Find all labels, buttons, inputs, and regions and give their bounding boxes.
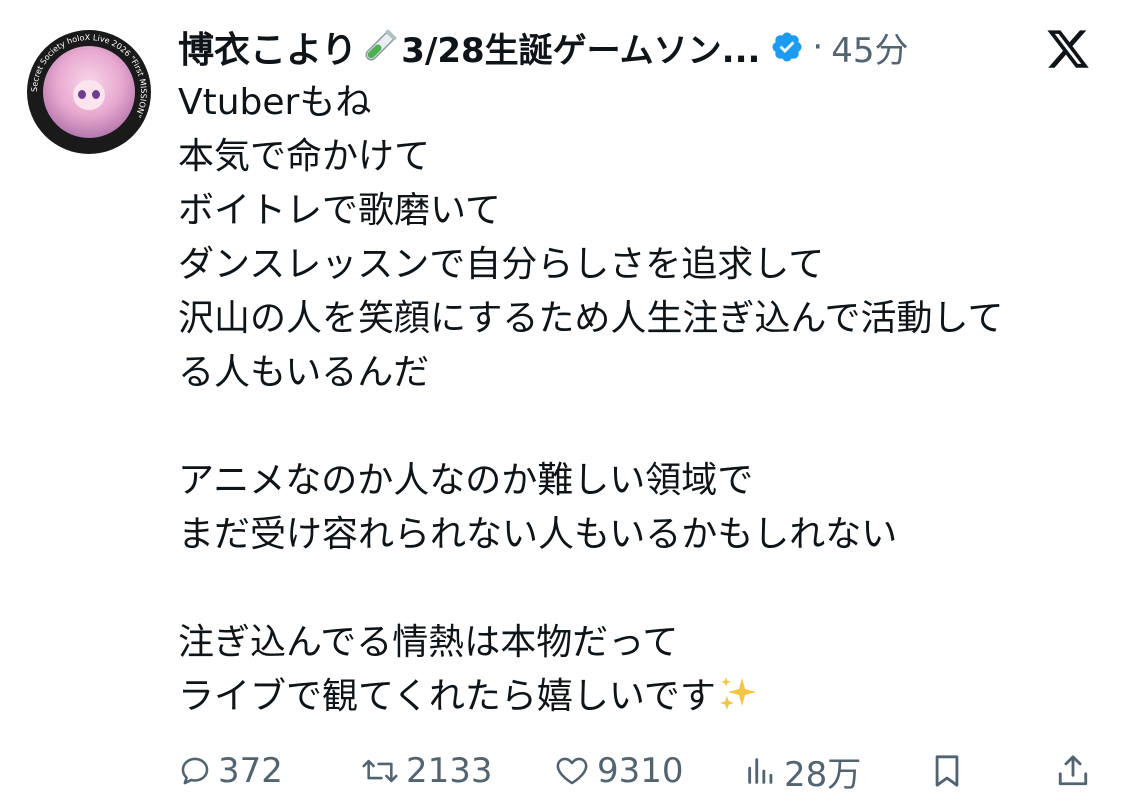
test-tube-icon (365, 29, 397, 61)
share-button[interactable] (1056, 748, 1090, 794)
x-logo-icon (1047, 30, 1089, 68)
post-header: 博衣こより 3/28生誕ゲームソン... · 45分 (178, 22, 908, 72)
sparkles-icon (719, 677, 756, 710)
avatar-face (73, 80, 105, 110)
post-line: る人もいるんだ (178, 352, 430, 393)
analytics-icon (748, 758, 773, 784)
post-line-last: ライブで観てくれたら嬉しいです (178, 670, 1098, 724)
reply-icon (181, 757, 209, 785)
post-line: 本気で命かけて (178, 136, 431, 177)
verified-badge-icon (772, 32, 802, 62)
avatar[interactable]: Secret Society holoX Live 2026 "First MI… (27, 30, 151, 154)
post-line: 沢山の人を笑顔にするため人生注ぎ込んで活動して (178, 298, 1004, 339)
reply-button[interactable]: 372 (178, 748, 283, 794)
bookmark-button[interactable] (930, 748, 964, 794)
display-name-suffix[interactable]: 3/28生誕ゲームソン... (401, 23, 760, 72)
post-line-last-text: ライブで観てくれたら嬉しいです (178, 676, 716, 717)
post-line: アニメなのか人なのか難しい領域で (178, 460, 754, 501)
avatar-eye-right (92, 90, 100, 99)
repost-count: 2133 (406, 751, 493, 791)
views-count: 28万 (784, 754, 862, 795)
repost-icon (362, 759, 398, 783)
post-line: まだ受け容れられない人もいるかもしれない (178, 514, 898, 555)
timestamp-separator: · (812, 27, 824, 67)
display-name[interactable]: 博衣こより (178, 21, 357, 73)
post-text: Vtuberもね 本気で命かけて ボイトレで歌磨いて ダンスレッスンで自分らしさ… (178, 76, 1098, 724)
repost-button[interactable]: 2133 (360, 748, 493, 794)
share-icon (1058, 755, 1088, 786)
like-count: 9310 (597, 751, 684, 791)
post-line: 注ぎ込んでる情熱は本物だって (178, 622, 679, 663)
reply-count: 372 (218, 751, 283, 791)
like-button[interactable]: 9310 (553, 748, 684, 794)
timestamp[interactable]: 45分 (831, 23, 908, 72)
avatar-image (43, 46, 135, 138)
heart-icon (556, 757, 588, 785)
post-line: ダンスレッスンで自分らしさを追求して (178, 244, 825, 285)
post-line: ボイトレで歌磨いて (178, 190, 501, 231)
post-line: Vtuberもね (178, 82, 372, 123)
action-bar: 372 2133 9310 28万 (178, 748, 1098, 795)
post-blank-line (178, 400, 1098, 454)
bookmark-icon (935, 755, 959, 787)
post-blank-line (178, 562, 1098, 616)
views-button[interactable]: 28万 (744, 748, 862, 795)
avatar-eye-left (78, 90, 86, 99)
